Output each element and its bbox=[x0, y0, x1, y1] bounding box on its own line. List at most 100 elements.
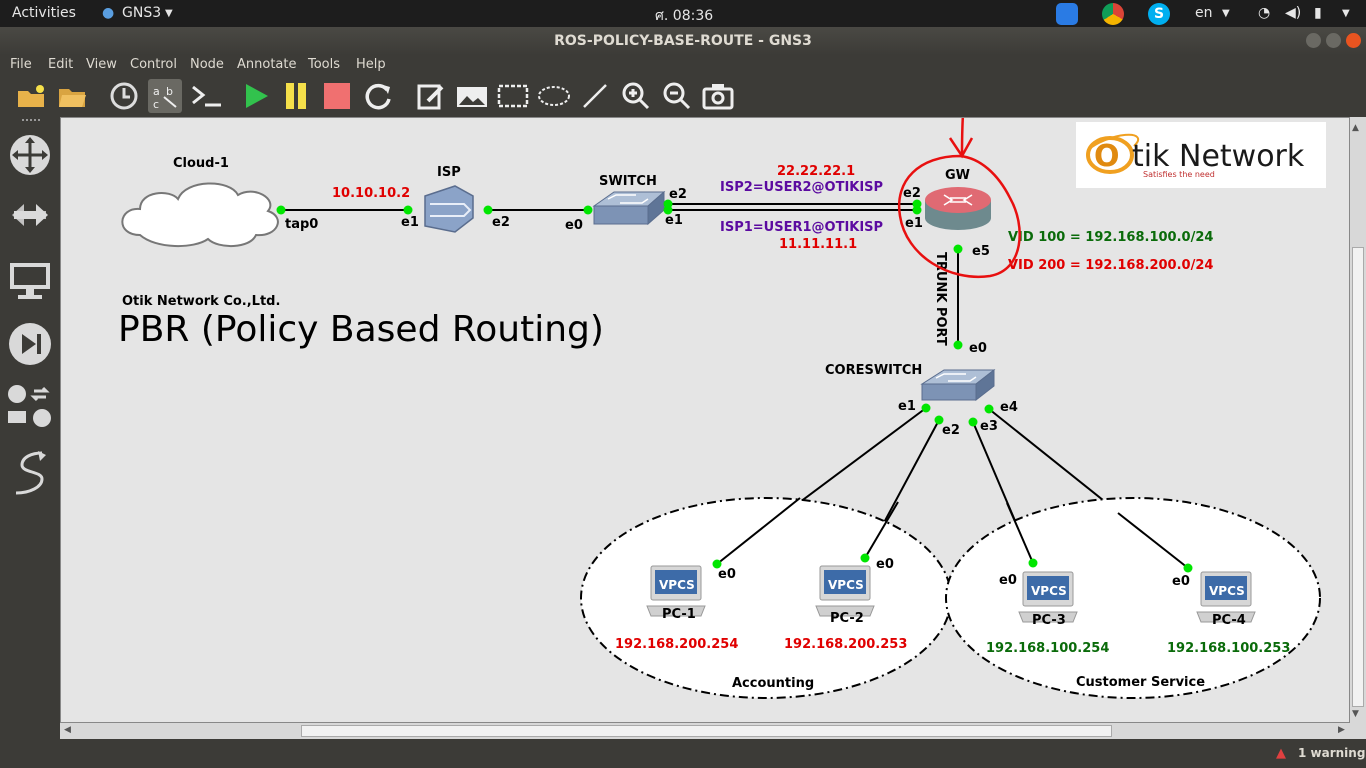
vertical-scrollbar[interactable]: ▲ ▼ bbox=[1350, 117, 1366, 723]
menu-help[interactable]: Help bbox=[356, 57, 386, 72]
logo-o: O bbox=[1094, 139, 1120, 174]
end-devices-category-icon[interactable] bbox=[8, 259, 52, 307]
isp-label: ISP bbox=[437, 165, 461, 180]
svg-text:b: b bbox=[166, 85, 173, 98]
vertical-scroll-thumb[interactable] bbox=[1352, 247, 1364, 707]
scroll-right-icon[interactable]: ▶ bbox=[1338, 725, 1345, 735]
warning-icon[interactable]: ▲ bbox=[1276, 746, 1286, 761]
all-devices-category-icon[interactable] bbox=[6, 383, 54, 433]
chevron-down-icon: ▼ bbox=[165, 8, 173, 19]
menu-bar: File Edit View Control Node Annotate Too… bbox=[0, 55, 1366, 75]
link-dot bbox=[953, 340, 963, 350]
port-label: e0 bbox=[876, 557, 894, 572]
battery-icon[interactable]: ▮ bbox=[1314, 5, 1322, 21]
menu-control[interactable]: Control bbox=[130, 57, 177, 72]
chrome-icon[interactable] bbox=[1102, 3, 1124, 25]
port-label: e3 bbox=[980, 419, 998, 434]
port-label: e2 bbox=[492, 215, 510, 230]
start-all-icon[interactable] bbox=[238, 79, 272, 113]
draw-rectangle-icon[interactable] bbox=[496, 79, 530, 113]
port-label: e0 bbox=[565, 218, 583, 233]
status-bar: ▲ 1 warning bbox=[0, 740, 1366, 768]
routers-category-icon[interactable] bbox=[8, 133, 52, 181]
system-top-bar: Activities ● GNS3 ▼ ศ. 08:36 S en ▼ ◔ ◀)… bbox=[0, 0, 1366, 27]
menu-annotate[interactable]: Annotate bbox=[237, 57, 296, 72]
gw-router-node bbox=[925, 187, 991, 230]
security-devices-category-icon[interactable] bbox=[8, 322, 52, 370]
topology-canvas[interactable]: Cloud-1 ISP SWITCH GW CORESWITCH PC-1 PC… bbox=[60, 117, 1350, 723]
clock[interactable]: ศ. 08:36 bbox=[655, 5, 713, 27]
port-label: e2 bbox=[942, 423, 960, 438]
switch-node bbox=[592, 190, 666, 226]
maximize-button[interactable] bbox=[1326, 33, 1341, 48]
link-dot bbox=[953, 244, 963, 254]
menu-file[interactable]: File bbox=[10, 57, 32, 72]
show-interface-labels-icon[interactable]: abc bbox=[148, 79, 182, 113]
link-dot bbox=[483, 205, 493, 215]
isp1-account-note: ISP1=USER1@OTIKISP bbox=[720, 220, 883, 235]
add-note-icon[interactable] bbox=[414, 79, 448, 113]
horizontal-scrollbar[interactable]: ◀ ▶ bbox=[60, 723, 1366, 739]
accounting-label: Accounting bbox=[732, 676, 814, 691]
volume-icon[interactable]: ◀) bbox=[1285, 5, 1301, 21]
drag-handle-icon[interactable] bbox=[22, 119, 40, 125]
draw-line-icon[interactable] bbox=[578, 79, 612, 113]
pc-1-label: PC-1 bbox=[662, 607, 696, 622]
menu-view[interactable]: View bbox=[86, 57, 117, 72]
customer-service-zone bbox=[945, 497, 1321, 699]
isp2-ip-note: 22.22.22.1 bbox=[777, 164, 855, 179]
open-project-icon[interactable] bbox=[55, 79, 89, 113]
zoom-in-icon[interactable] bbox=[619, 79, 653, 113]
svg-text:c: c bbox=[153, 98, 159, 111]
chevron-down-icon[interactable]: ▼ bbox=[1342, 8, 1350, 19]
add-link-icon[interactable] bbox=[8, 449, 52, 501]
stop-all-icon[interactable] bbox=[320, 79, 354, 113]
svg-text:a: a bbox=[153, 85, 160, 98]
port-label: e1 bbox=[665, 213, 683, 228]
window-title: ROS-POLICY-BASE-ROUTE - GNS3 bbox=[554, 33, 812, 49]
insert-picture-icon[interactable] bbox=[455, 79, 489, 113]
language-indicator[interactable]: en bbox=[1195, 5, 1213, 21]
toolbar: abc bbox=[0, 75, 1366, 117]
warning-count[interactable]: 1 warning bbox=[1298, 746, 1365, 760]
logo-brand: tik Network bbox=[1132, 139, 1305, 174]
port-label: e0 bbox=[999, 573, 1017, 588]
zoom-out-icon[interactable] bbox=[660, 79, 694, 113]
vpcs-label: VPCS bbox=[828, 578, 864, 592]
suspend-all-icon[interactable] bbox=[279, 79, 313, 113]
close-button[interactable] bbox=[1346, 33, 1361, 48]
teamviewer-icon[interactable] bbox=[1056, 3, 1078, 25]
vpcs-label: VPCS bbox=[1031, 584, 1067, 598]
app-menu-button[interactable]: GNS3 bbox=[122, 5, 161, 21]
new-project-icon[interactable] bbox=[14, 79, 48, 113]
port-label: tap0 bbox=[285, 217, 318, 232]
menu-edit[interactable]: Edit bbox=[48, 57, 73, 72]
scroll-left-icon[interactable]: ◀ bbox=[64, 725, 71, 735]
reload-all-icon[interactable] bbox=[361, 79, 395, 113]
menu-tools[interactable]: Tools bbox=[308, 57, 340, 72]
activities-button[interactable]: Activities bbox=[12, 5, 76, 21]
horizontal-scroll-thumb[interactable] bbox=[301, 725, 1112, 737]
pc-1-ip: 192.168.200.254 bbox=[615, 637, 738, 652]
device-sidebar bbox=[0, 117, 60, 727]
draw-ellipse-icon[interactable] bbox=[537, 79, 571, 113]
screenshot-icon[interactable] bbox=[701, 79, 735, 113]
scroll-up-icon[interactable]: ▲ bbox=[1352, 123, 1359, 133]
port-label: e5 bbox=[972, 244, 990, 259]
link-dot bbox=[912, 205, 922, 215]
link-dot bbox=[921, 403, 931, 413]
menu-node[interactable]: Node bbox=[190, 57, 224, 72]
skype-icon[interactable]: S bbox=[1148, 3, 1170, 25]
link-dot bbox=[403, 205, 413, 215]
gw-label: GW bbox=[945, 168, 970, 183]
minimize-button[interactable] bbox=[1306, 33, 1321, 48]
scroll-down-icon[interactable]: ▼ bbox=[1352, 709, 1359, 719]
wifi-icon[interactable]: ◔ bbox=[1258, 5, 1270, 21]
console-icon[interactable] bbox=[190, 79, 224, 113]
pc-3-label: PC-3 bbox=[1032, 613, 1066, 628]
coreswitch-node bbox=[920, 368, 996, 402]
switches-category-icon[interactable] bbox=[8, 195, 52, 243]
snapshot-clock-icon[interactable] bbox=[107, 79, 141, 113]
coreswitch-label: CORESWITCH bbox=[825, 363, 922, 378]
port-label: e0 bbox=[1172, 574, 1190, 589]
